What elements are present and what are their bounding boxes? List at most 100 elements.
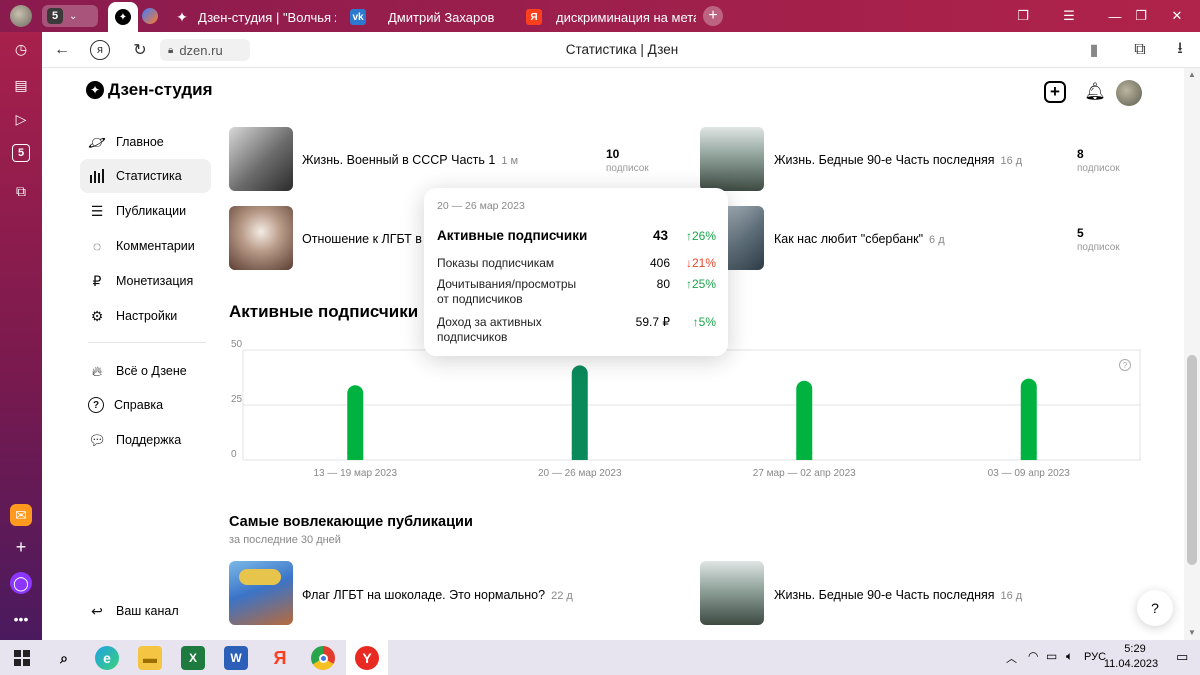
chart-help-icon[interactable]: ? <box>1119 359 1131 371</box>
tray-chevron-icon[interactable]: ︿ <box>1006 650 1017 666</box>
sidebar-item-label: Публикации <box>116 204 187 218</box>
reload-icon[interactable]: ↻ <box>130 40 150 60</box>
ruble-icon: ₽ <box>92 272 102 289</box>
post-thumbnail[interactable] <box>229 206 293 270</box>
chart-bar-base <box>1020 452 1037 460</box>
profile-avatar[interactable] <box>10 5 32 27</box>
engaging-subtitle: за последние 30 дней <box>229 534 341 546</box>
post-thumbnail[interactable] <box>229 561 293 625</box>
post-thumbnail[interactable] <box>700 561 764 625</box>
word-icon[interactable]: W <box>224 646 248 670</box>
sidebar-item-label: Поддержка <box>116 433 182 447</box>
tooltip-main-change: ↑26% <box>685 229 716 243</box>
windows-start-icon[interactable] <box>10 646 34 670</box>
page-title: Статистика | Дзен <box>565 42 679 57</box>
bell-icon[interactable]: 🔔︎ <box>1084 81 1106 103</box>
post-title-link[interactable]: Жизнь. Бедные 90-е Часть последняя 16 д <box>774 588 1022 602</box>
clock-time[interactable]: 5:29 <box>1108 643 1162 655</box>
tab-count-badge: 5 <box>47 8 63 24</box>
notifications-icon[interactable]: ▭ <box>1176 649 1188 665</box>
your-channel-label: Ваш канал <box>116 604 179 618</box>
url-field[interactable]: 🔒︎ dzen.ru <box>160 39 250 61</box>
search-icon[interactable]: ⌕ <box>52 646 76 670</box>
scroll-down-arrow[interactable]: ▼ <box>1188 628 1196 637</box>
sidebar-item-label: Главное <box>116 135 164 149</box>
new-tab-button[interactable]: + <box>703 6 723 26</box>
user-avatar[interactable] <box>1116 80 1142 106</box>
post-title-link[interactable]: Как нас любит "сбербанк" 6 д <box>774 232 945 246</box>
add-panel-icon[interactable]: + <box>10 536 32 558</box>
pinned-tab-2[interactable] <box>138 5 162 27</box>
folder-icon[interactable]: ▬ <box>138 646 162 670</box>
post-stat-label: подписок <box>606 163 649 174</box>
collections-icon[interactable]: ❐ <box>1000 0 1046 32</box>
volume-icon[interactable]: 🔈︎ <box>1066 649 1073 664</box>
back-arrow-icon[interactable]: ← <box>52 40 72 60</box>
post-title: Отношение к ЛГБТ в м <box>302 232 434 246</box>
notes-icon[interactable]: ▤ <box>10 74 32 96</box>
tab-dzen-studio[interactable]: ✦ Дзен-студия | "Волчья жи <box>164 4 336 30</box>
x-tick-label: 03 — 09 апр 2023 <box>988 468 1071 479</box>
bookmark-icon[interactable]: ▮ <box>1084 40 1104 60</box>
post-title-link[interactable]: Отношение к ЛГБТ в м <box>302 232 434 246</box>
screenshot-icon[interactable]: ⧉ <box>10 180 32 202</box>
chevron-down-icon: ⌄ <box>69 10 78 22</box>
edge-icon[interactable]: e <box>95 646 119 670</box>
sidebar-item-label: Настройки <box>116 309 178 323</box>
tab-vk[interactable]: vk Дмитрий Захаров <box>340 4 512 30</box>
yandex-app-icon[interactable]: Я <box>268 646 292 670</box>
tab-label: Дмитрий Захаров <box>388 9 495 25</box>
yandex-browser-icon: Y <box>355 645 379 670</box>
scrollbar-thumb[interactable] <box>1187 355 1197 565</box>
tab-yandex-search[interactable]: Я дискриминация на метал <box>516 4 696 30</box>
close-button[interactable]: ✕ <box>1154 0 1200 32</box>
sidebar-item-settings[interactable]: ⚙ Настройки <box>80 299 211 333</box>
sidebar-item-comments[interactable]: ◌ Комментарии <box>80 229 211 263</box>
yandex-browser-active[interactable]: Y <box>346 640 388 675</box>
dzen-studio-logo[interactable]: ✦ Дзен-студия <box>86 80 213 100</box>
more-icon[interactable]: ••• <box>10 608 32 630</box>
sidebar-item-help[interactable]: ? Справка <box>80 388 211 422</box>
history-icon[interactable]: ◷ <box>10 38 32 60</box>
tooltip-main-value: 43 <box>652 228 668 243</box>
wifi-icon[interactable]: ◠ <box>1028 649 1038 663</box>
chrome-center <box>318 653 328 663</box>
post-thumbnail[interactable] <box>229 127 293 191</box>
sidebar-item-monetization[interactable]: ₽ Монетизация <box>80 264 211 298</box>
create-button[interactable]: + <box>1044 81 1066 103</box>
chart-tooltip: 20 — 26 мар 2023 Активные подписчики 43 … <box>424 188 728 356</box>
sidebar-item-about[interactable]: 🔥︎ Всё о Дзене <box>80 354 211 388</box>
scroll-up-arrow[interactable]: ▲ <box>1188 70 1196 79</box>
help-float-button[interactable]: ? <box>1137 590 1173 626</box>
sidebar-item-support[interactable]: 💬︎ Поддержка <box>80 423 211 457</box>
excel-icon[interactable]: X <box>181 646 205 670</box>
post-thumbnail[interactable] <box>700 127 764 191</box>
alice-icon[interactable]: ◯ <box>10 572 32 594</box>
badge-five-icon[interactable]: 5 <box>12 144 30 162</box>
sidebar-item-main[interactable]: 🪐︎ Главное <box>80 125 211 159</box>
post-title-link[interactable]: Жизнь. Бедные 90-е Часть последняя 16 д <box>774 153 1022 167</box>
post-title-link[interactable]: Жизнь. Военный в СССР Часть 1 1 м <box>302 153 518 167</box>
extensions-icon[interactable]: ⧉ <box>1130 40 1150 60</box>
mail-app-icon[interactable]: ✉ <box>10 504 32 526</box>
tab-group-button[interactable]: 5 ⌄ <box>42 5 98 27</box>
yandex-home-icon[interactable]: я <box>90 40 110 60</box>
your-channel-link[interactable]: ↩ Ваш канал <box>80 594 211 628</box>
menu-icon[interactable]: ☰ <box>1046 0 1092 32</box>
post-title-link[interactable]: Флаг ЛГБТ на шоколаде. Это нормально? 22 … <box>302 588 573 602</box>
chart-bar-base <box>796 452 813 460</box>
pinned-tab[interactable]: ✦ <box>108 2 138 32</box>
planet-icon: 🪐︎ <box>88 133 106 150</box>
download-icon[interactable]: ⭳ <box>1170 40 1190 60</box>
sidebar-item-statistics[interactable]: Статистика <box>80 159 211 193</box>
comment-icon: ◌ <box>92 238 102 254</box>
battery-icon[interactable]: ▭ <box>1046 649 1057 663</box>
chrome-icon[interactable] <box>311 646 335 670</box>
clock-date[interactable]: 11.04.2023 <box>1098 658 1164 670</box>
logo-text: Дзен-студия <box>108 80 213 99</box>
yandex-icon: Я <box>526 9 542 25</box>
video-icon[interactable]: ▷ <box>10 108 32 130</box>
sidebar-item-publications[interactable]: ☰ Публикации <box>80 194 211 228</box>
post-subscriptions: 8 <box>1077 147 1084 161</box>
browser-app-icon <box>142 8 158 24</box>
